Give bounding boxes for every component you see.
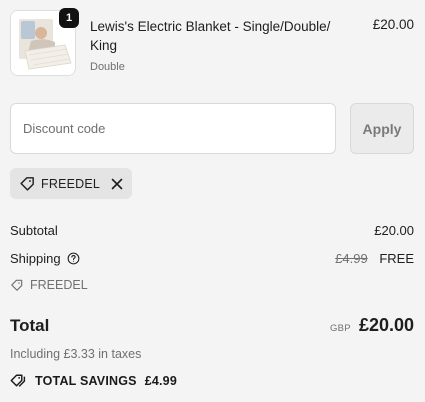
- discount-form: Apply: [10, 103, 414, 154]
- applied-discount-row: FREEDEL: [10, 278, 414, 292]
- line-item: 1 Lewis's Electric Blanket - Single/Doub…: [10, 8, 414, 78]
- product-title: Lewis's Electric Blanket - Single/Double…: [90, 19, 331, 53]
- subtotal-label: Subtotal: [10, 223, 58, 238]
- total-label: Total: [10, 316, 50, 335]
- product-variant: Double: [90, 61, 125, 73]
- subtotal-value: £20.00: [374, 223, 414, 238]
- apply-button[interactable]: Apply: [350, 103, 414, 154]
- close-icon[interactable]: [110, 177, 124, 191]
- discount-code-input[interactable]: [10, 103, 336, 154]
- subtotal-row: Subtotal £20.00: [10, 223, 414, 238]
- currency-code: GBP: [329, 323, 351, 334]
- tag-icon: [19, 175, 36, 192]
- applied-discount-code: FREEDEL: [41, 176, 101, 191]
- shipping-original-price: £4.99: [335, 251, 368, 266]
- taxes-note: Including £3.33 in taxes: [10, 347, 142, 361]
- help-circle-icon[interactable]: [67, 252, 80, 265]
- total-value: £20.00: [358, 315, 414, 335]
- tag-icon: [10, 278, 24, 292]
- shipping-row: Shipping £4.99 FREE: [10, 251, 414, 266]
- savings-tag-icon: [10, 373, 27, 388]
- total-row: Total GBP £20.00: [10, 315, 414, 336]
- applied-discount-label: FREEDEL: [30, 278, 88, 292]
- shipping-value: FREE: [379, 251, 414, 266]
- shipping-label: Shipping: [10, 251, 61, 266]
- quantity-badge: 1: [59, 8, 79, 28]
- total-savings: TOTAL SAVINGS £4.99: [10, 373, 177, 388]
- savings-label: TOTAL SAVINGS: [35, 373, 137, 388]
- savings-value: £4.99: [144, 373, 177, 388]
- product-price: £20.00: [372, 17, 414, 32]
- applied-discount-tag: FREEDEL: [10, 168, 132, 199]
